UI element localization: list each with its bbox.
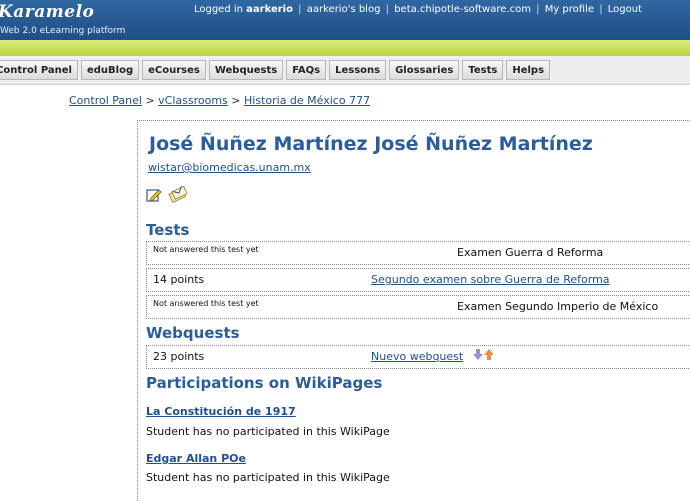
test-title: Examen Segundo Imperio de México [457,300,659,313]
tab-faqs[interactable]: FAQs [286,60,327,80]
wiki-heading: Participations on WikiPages [146,374,383,392]
accent-bar [0,40,690,56]
wiki-page-link[interactable]: Edgar Allan POe [146,452,246,465]
separator: | [298,4,302,15]
arrow-down-icon[interactable] [473,349,483,360]
username: aarkerio [246,4,293,15]
test-title: Examen Guerra d Reforma [457,246,604,259]
tab-helps[interactable]: Helps [506,60,551,80]
tab-lessons[interactable]: Lessons [329,60,387,80]
test-row: Not answered this test yet Examen Guerra… [146,241,690,265]
breadcrumb-separator: > [231,94,241,107]
top-links: Logged in aarkerio | aarkerio's blog | b… [194,4,642,15]
breadcrumb: Control Panel > vClassrooms > Historia d… [69,94,370,107]
envelope-icon[interactable] [168,185,188,203]
nav-bar: Control Panel eduBlog eCourses Webquests… [0,56,690,85]
wiki-page-note: Student has no participated in this Wiki… [146,471,390,484]
nav-tabs: Control Panel eduBlog eCourses Webquests… [0,60,551,80]
site-link[interactable]: beta.chipotle-software.com [394,4,531,15]
separator: | [599,4,603,15]
test-row: Not answered this test yet Examen Segund… [146,295,690,319]
tab-ecourses[interactable]: eCourses [142,60,206,80]
logged-in-label: Logged in [193,4,243,15]
test-status: Not answered this test yet [153,299,259,308]
tab-webquests[interactable]: Webquests [208,60,284,80]
test-row: 14 points Segundo examen sobre Guerra de… [146,268,690,292]
wiki-page-link[interactable]: La Constitución de 1917 [146,405,296,418]
blog-link[interactable]: aarkerio's blog [307,4,381,15]
profile-link[interactable]: My profile [545,4,594,15]
logout-link[interactable]: Logout [608,4,642,15]
test-score: 14 points [153,273,205,286]
separator: | [385,4,389,15]
breadcrumb-separator: > [145,94,155,107]
tests-heading: Tests [146,221,190,239]
student-email[interactable]: wistar@biomedicas.unam.mx [148,161,311,174]
separator: | [536,4,540,15]
breadcrumb-course[interactable]: Historia de México 777 [244,94,370,107]
student-name: José Ñuñez Martínez José Ñuñez Martínez [149,133,593,155]
webquest-row: 23 points Nuevo webquest [146,345,690,369]
breadcrumb-control-panel[interactable]: Control Panel [69,94,142,107]
logo: Karamelo [0,2,95,22]
breadcrumb-vclassrooms[interactable]: vClassrooms [158,94,228,107]
webquest-score: 23 points [153,350,205,363]
tab-tests[interactable]: Tests [462,60,504,80]
top-header: Karamelo Web 2.0 eLearning platform Logg… [0,0,690,40]
tagline: Web 2.0 eLearning platform [0,26,126,36]
tab-edublog[interactable]: eduBlog [80,60,140,80]
student-actions [146,185,188,203]
sort-arrows [473,349,494,360]
webquest-link[interactable]: Nuevo webquest [371,350,463,363]
tab-control-panel[interactable]: Control Panel [0,60,78,80]
test-status: Not answered this test yet [153,245,259,254]
edit-icon[interactable] [146,187,162,203]
tab-glossaries[interactable]: Glossaries [389,60,460,80]
arrow-up-icon[interactable] [484,349,494,360]
test-link[interactable]: Segundo examen sobre Guerra de Reforma [371,273,610,286]
wiki-page-note: Student has no participated in this Wiki… [146,425,390,438]
student-panel: José Ñuñez Martínez José Ñuñez Martínez … [137,120,690,501]
webquests-heading: Webquests [146,324,240,342]
